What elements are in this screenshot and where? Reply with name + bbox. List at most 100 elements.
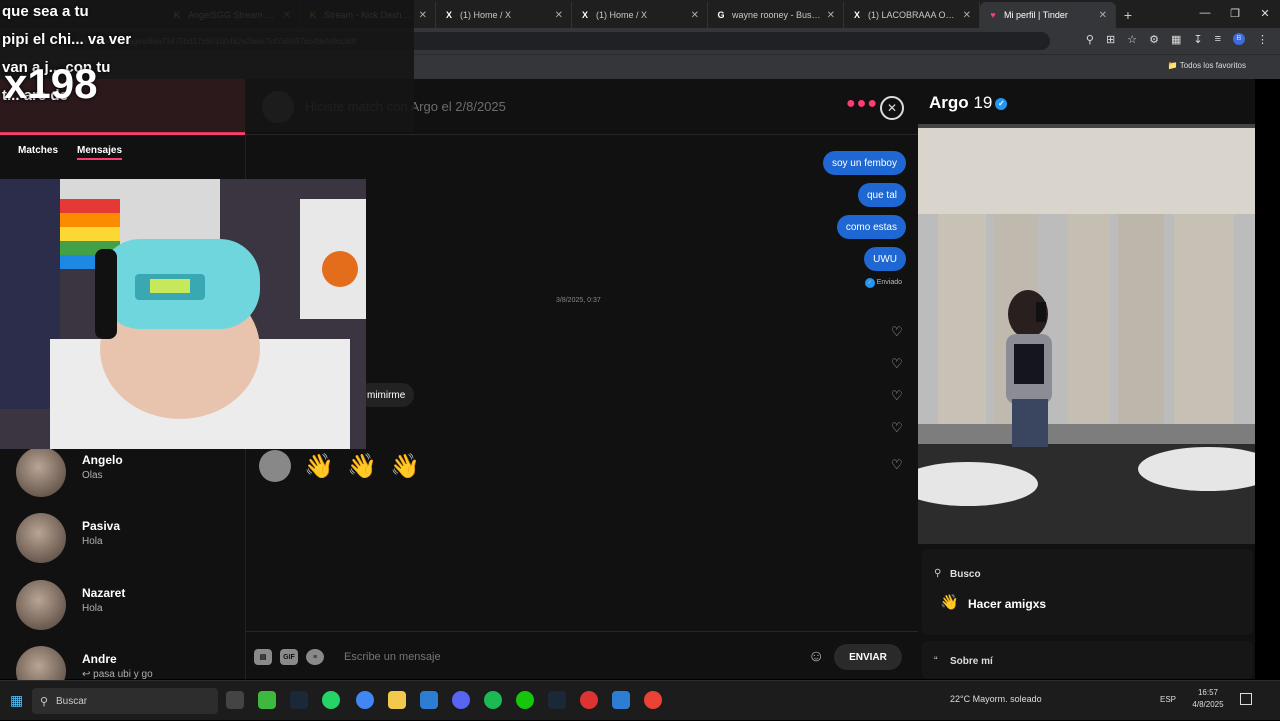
steam-icon[interactable] [290,691,308,709]
chrome-icon[interactable] [356,691,374,709]
send-button[interactable]: ENVIAR [834,644,902,670]
browser-tab[interactable]: X (1) Home / X ✕ [572,2,708,28]
media-icon[interactable]: ≡ [1215,33,1221,46]
tab-title: (1) Home / X [596,10,648,20]
profile-age: 19 [973,93,993,112]
google-icon: G [717,10,725,20]
star-icon[interactable]: ☆ [1127,33,1137,46]
conversation-preview: Hola [82,536,103,547]
overlay-line: pipi el chi... va ver [2,31,132,48]
gif-button[interactable]: GIF [280,649,298,665]
browser-tab[interactable]: ♥ Mi perfil | Tinder ✕ [980,2,1116,28]
conversation-preview: Hola [82,603,103,614]
stream-text-overlay: que sea a tu pipi el chi... va ver van a j… [0,0,414,132]
sent-message: como estas [836,215,906,239]
puzzle-icon[interactable]: ▦ [1171,33,1181,46]
new-tab-button[interactable]: + [1116,7,1140,23]
close-tab-icon[interactable]: ✕ [827,10,835,21]
minecraft-icon[interactable] [258,691,276,709]
download-icon[interactable]: ↧ [1193,33,1202,46]
search-icon: ⚲ [934,568,942,579]
language-indicator[interactable]: ESP [1160,695,1176,704]
clock-date: 4/8/2025 [1192,700,1224,709]
list-item[interactable]: Pasiva Hola [0,513,245,579]
message-timestamp: 3/8/2025, 0:37 [556,297,601,304]
webcam-illustration [0,179,366,449]
menu-icon[interactable]: ⋮ [1257,33,1268,46]
xbox-icon[interactable] [516,691,534,709]
profile-icon[interactable]: B [1233,33,1245,45]
overlay-line: que sea a tu [2,3,89,20]
windows-taskbar: ▦ ⚲ Buscar 22°C Mayorm. soleado ESP 16:5… [0,680,1280,720]
close-tab-icon[interactable]: ✕ [1099,10,1107,21]
message-composer: ▤ GIF ≡ ☺ ENVIAR [246,631,919,679]
browser-tab[interactable]: X (1) LACOBRAAA Out of C... ✕ [844,2,980,28]
bookmarks-label: Todos los favoritos [1179,61,1246,70]
profile-panel: Argo 19 ✓ ⚲ Busco 👋 Hacer amigxs “ Sobre … [918,79,1255,679]
x-icon: X [445,10,452,20]
taskbar-search-label: Buscar [56,695,88,707]
tinder-icon: ♥ [990,10,996,20]
message-input[interactable] [344,648,799,666]
app-icon[interactable] [612,691,630,709]
notification-icon[interactable] [1240,693,1252,705]
emoji-picker-icon[interactable]: ☺ [808,648,824,666]
steam-icon[interactable] [548,691,566,709]
conversation-name: Nazaret [82,586,126,600]
heart-icon[interactable]: ♡ [891,420,903,436]
location-icon[interactable]: ⚲ [1086,33,1094,46]
obs-icon[interactable] [580,691,598,709]
windows-start-icon[interactable]: ▦ [10,692,23,709]
close-window-button[interactable]: ✕ [1250,0,1280,26]
avatar[interactable] [259,450,291,482]
taskbar-search[interactable]: ⚲ Buscar [32,688,218,714]
sticker-icon[interactable]: ▤ [254,649,272,665]
heart-icon[interactable]: ♡ [891,324,903,340]
heart-icon[interactable]: ♡ [891,388,903,404]
whatsapp-icon[interactable] [322,691,340,709]
sent-message: que tal [857,183,906,207]
conversation-preview: Olas [82,470,103,481]
profile-photo[interactable] [918,124,1255,544]
x-icon: X [853,10,860,20]
window-controls: — ❐ ✕ [1190,0,1280,26]
close-icon[interactable]: ✕ [880,96,904,120]
more-options-icon[interactable]: ●●● [846,95,878,113]
browser-tab[interactable]: Gwayne rooney - Buscar co... ✕ [708,2,844,28]
minimize-button[interactable]: — [1190,0,1220,26]
sent-message: soy un femboy [822,151,906,175]
tab-messages[interactable]: Mensajes [77,145,123,160]
spotify-icon[interactable] [484,691,502,709]
file-explorer-icon[interactable] [388,691,406,709]
heart-icon[interactable]: ♡ [891,457,903,473]
close-tab-icon[interactable]: ✕ [691,10,699,21]
list-item[interactable]: Nazaret Hola [0,580,245,646]
conversation-name: Pasiva [82,519,121,533]
extension-icon[interactable]: ⚙ [1149,33,1159,46]
weather-widget[interactable]: 22°C Mayorm. soleado [950,694,1042,704]
conversation-name: Angelo [82,453,123,467]
verified-icon: ✓ [995,97,1008,110]
x-icon: X [581,10,588,20]
app-icon[interactable] [420,691,438,709]
close-tab-icon[interactable]: ✕ [419,10,427,21]
heart-icon[interactable]: ♡ [891,356,903,372]
quote-icon: “ [934,655,938,667]
check-icon: ✓ [864,278,875,288]
close-tab-icon[interactable]: ✕ [555,10,563,21]
task-view-icon[interactable] [226,691,244,709]
chrome-icon[interactable] [644,691,662,709]
discord-icon[interactable] [452,691,470,709]
restore-button[interactable]: ❐ [1220,0,1250,26]
spotify-icon[interactable]: ≡ [306,649,324,665]
list-item[interactable]: Angelo Olas [0,447,245,513]
tab-matches[interactable]: Matches [18,145,58,156]
clock[interactable]: 16:57 4/8/2025 [1188,687,1228,711]
conversation-preview: ↩ pasa ubi y go [82,669,153,680]
install-icon[interactable]: ⊞ [1106,33,1115,46]
all-bookmarks-link[interactable]: 📁 Todos los favoritos [1168,61,1246,70]
close-tab-icon[interactable]: ✕ [963,10,971,21]
browser-tab[interactable]: X (1) Home / X ✕ [436,2,572,28]
search-icon: ⚲ [40,695,49,708]
about-label: Sobre mí [950,656,993,667]
